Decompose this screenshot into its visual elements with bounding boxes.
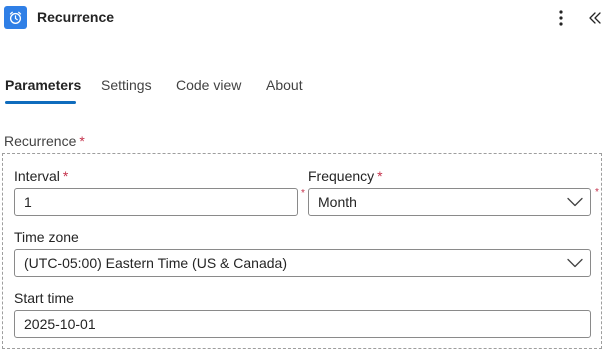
- required-marker: *: [79, 133, 85, 149]
- interval-label-text: Interval: [14, 168, 60, 184]
- timezone-select[interactable]: (UTC-05:00) Eastern Time (US & Canada): [14, 249, 591, 277]
- start-time-label: Start time: [14, 290, 74, 306]
- tab-about[interactable]: About: [266, 77, 303, 111]
- section-label-text: Recurrence: [4, 133, 77, 149]
- timezone-value: (UTC-05:00) Eastern Time (US & Canada): [24, 255, 287, 271]
- start-time-input[interactable]: 2025-10-01: [14, 310, 591, 338]
- required-marker: *: [62, 168, 69, 184]
- frequency-value: Month: [318, 194, 357, 210]
- frequency-label-text: Frequency: [308, 168, 375, 184]
- frequency-select[interactable]: Month: [308, 188, 591, 216]
- active-tab-indicator: [5, 101, 76, 104]
- tab-label: About: [266, 77, 303, 93]
- tab-label: Settings: [101, 77, 152, 93]
- panel-title: Recurrence: [37, 9, 115, 25]
- more-options-icon[interactable]: [553, 8, 569, 28]
- tab-settings[interactable]: Settings: [101, 77, 152, 111]
- interval-input[interactable]: 1: [14, 188, 298, 216]
- required-marker: *: [595, 187, 599, 198]
- panel-header: Recurrence: [0, 0, 606, 36]
- recurrence-section-label: Recurrence *: [4, 133, 85, 149]
- chevron-down-icon: [567, 197, 583, 207]
- required-marker: *: [301, 188, 305, 199]
- required-marker: *: [377, 168, 383, 184]
- tab-code-view[interactable]: Code view: [176, 77, 241, 111]
- chevron-down-icon: [567, 258, 583, 268]
- start-time-value: 2025-10-01: [24, 316, 96, 332]
- tab-parameters[interactable]: Parameters: [5, 77, 81, 111]
- interval-value: 1: [24, 194, 32, 210]
- tab-label: Parameters: [5, 77, 82, 93]
- interval-label: Interval *: [14, 168, 68, 184]
- alarm-clock-icon: [4, 6, 27, 29]
- tab-label: Code view: [176, 77, 242, 93]
- timezone-label: Time zone: [14, 229, 79, 245]
- collapse-panel-icon[interactable]: [585, 8, 605, 28]
- frequency-label: Frequency *: [308, 168, 383, 184]
